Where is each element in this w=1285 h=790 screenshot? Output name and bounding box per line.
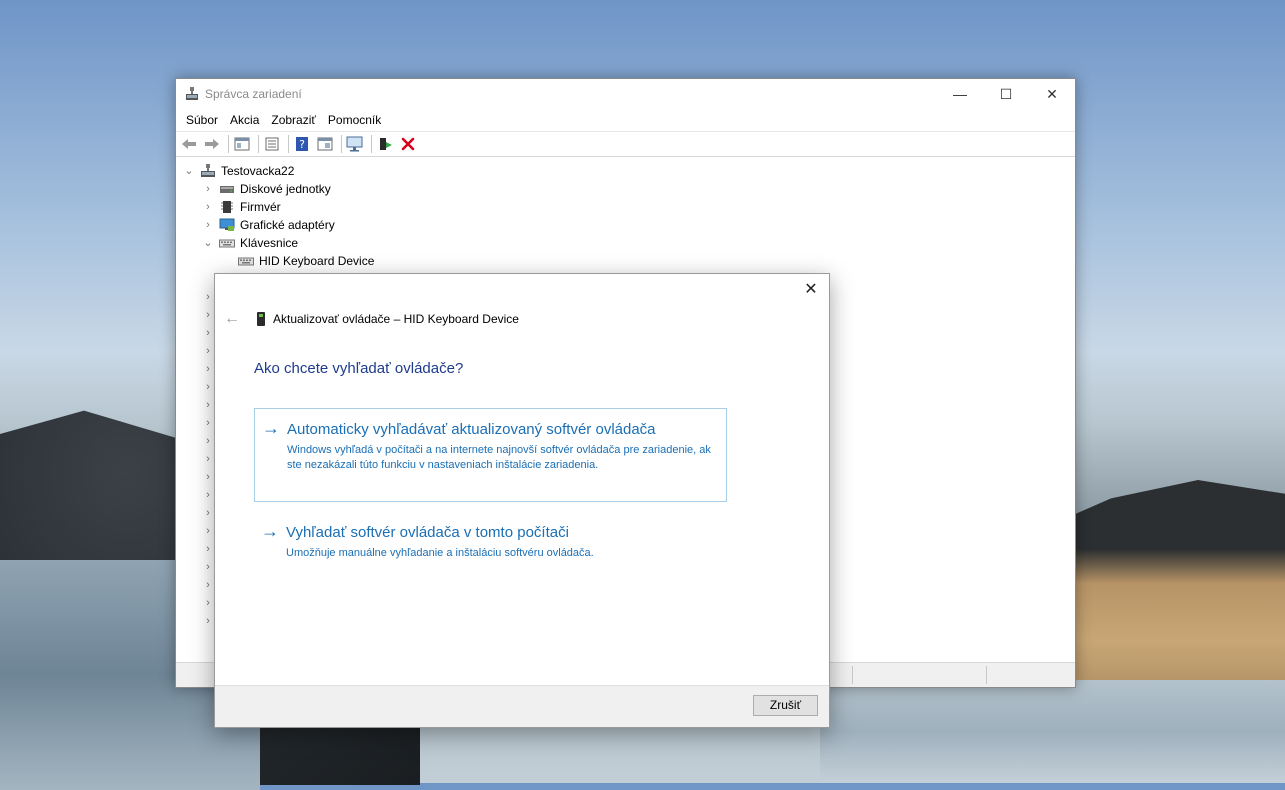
computer-icon [201,164,215,177]
tree-item-disk-drives[interactable]: › Diskové jednotky [176,180,476,198]
chevron-right-icon[interactable]: › [203,306,213,324]
chevron-right-icon[interactable]: › [203,522,213,540]
arrow-right-icon: → [262,418,280,438]
tree-root-label: Testovacka22 [221,164,295,178]
scan-hardware-icon[interactable] [345,135,365,153]
tree-item-label: Firmvér [240,200,281,214]
show-hide-tree-icon[interactable] [232,135,252,153]
chevron-right-icon[interactable]: › [203,360,213,378]
device-icon [257,312,265,326]
back-arrow-icon[interactable]: ← [224,310,242,328]
tree-item-firmware[interactable]: › Firmvér [176,198,476,216]
keyboard-icon [238,257,254,266]
chevron-right-icon[interactable]: › [203,342,213,360]
disk-drive-icon [220,186,234,193]
cancel-button[interactable]: Zrušiť [753,695,818,716]
dialog-title: Aktualizovať ovládače – HID Keyboard Dev… [273,312,519,326]
uninstall-icon[interactable] [398,135,418,153]
keyboard-icon [219,239,235,248]
menu-view[interactable]: Zobraziť [265,113,322,127]
arrow-right-icon: → [261,521,279,541]
chevron-right-icon[interactable]: › [203,216,213,234]
back-arrow-icon[interactable] [179,135,199,153]
chevron-right-icon[interactable]: › [203,378,213,396]
toolbar: ? [176,131,1075,157]
menu-bar: Súbor Akcia Zobraziť Pomocník [176,109,1075,131]
help-icon[interactable]: ? [292,135,312,153]
tree-item-label: Klávesnice [240,236,299,250]
properties-icon[interactable] [262,135,282,153]
toolbar-separator [258,135,259,153]
toolbar-separator [371,135,372,153]
tree-root[interactable]: ⌄ Testovacka22 [176,162,476,180]
update-driver-icon[interactable] [375,135,395,153]
chevron-right-icon[interactable]: › [203,576,213,594]
device-manager-icon [186,87,198,100]
chevron-right-icon[interactable]: › [203,432,213,450]
chevron-right-icon[interactable]: › [203,324,213,342]
dialog-heading: Ako chcete vyhľadať ovládače? [254,360,464,377]
chevron-right-icon[interactable]: › [203,540,213,558]
chevron-right-icon[interactable]: › [203,468,213,486]
tree-item-label: Diskové jednotky [240,182,331,196]
update-driver-dialog: ✕ ← Aktualizovať ovládače – HID Keyboard… [214,273,830,728]
option-description: Windows vyhľadá v počítači a na internet… [287,444,711,471]
chevron-right-icon[interactable]: › [203,414,213,432]
dialog-footer: Zrušiť [215,685,829,727]
option-title: Automaticky vyhľadávať aktualizovaný sof… [287,421,656,438]
chevron-right-icon[interactable]: › [203,198,213,216]
minimize-button[interactable]: — [937,79,983,109]
view-icon[interactable] [315,135,335,153]
forward-arrow-icon[interactable] [202,135,222,153]
chevron-right-icon[interactable]: › [203,594,213,612]
tree-item-label: HID Keyboard Device [259,254,375,268]
toolbar-separator [288,135,289,153]
browse-computer-option[interactable]: → Vyhľadať softvér ovládača v tomto počí… [254,512,725,562]
chevron-right-icon[interactable]: › [203,180,213,198]
chevron-down-icon[interactable]: ⌄ [184,162,194,180]
chevron-down-icon[interactable]: ⌄ [203,234,213,252]
close-button[interactable]: ✕ [1029,79,1075,109]
wallpaper-water [820,680,1285,783]
search-automatically-option[interactable]: → Automaticky vyhľadávať aktualizovaný s… [254,408,727,502]
tree-item-label: Grafické adaptéry [240,218,335,232]
menu-file[interactable]: Súbor [180,113,224,127]
tree-item-hid-keyboard[interactable]: HID Keyboard Device [176,252,476,270]
chevron-right-icon[interactable]: › [203,558,213,576]
svg-text:?: ? [299,138,305,151]
window-title: Správca zariadení [205,87,302,101]
tree-item-keyboards[interactable]: ⌄ Klávesnice [176,234,476,252]
chevron-right-icon[interactable]: › [203,396,213,414]
title-bar[interactable]: Správca zariadení — ☐ ✕ [176,79,1075,109]
chevron-right-icon[interactable]: › [203,504,213,522]
status-divider [986,666,987,684]
chevron-right-icon[interactable]: › [203,612,213,630]
toolbar-separator [228,135,229,153]
toolbar-separator [341,135,342,153]
menu-action[interactable]: Akcia [224,113,265,127]
display-adapter-icon [219,218,235,231]
chevron-right-icon[interactable]: › [203,450,213,468]
tree-item-display-adapters[interactable]: › Grafické adaptéry [176,216,476,234]
dialog-close-button[interactable]: ✕ [799,278,823,302]
option-title: Vyhľadať softvér ovládača v tomto počíta… [286,524,569,541]
status-divider [852,666,853,684]
chevron-right-icon[interactable]: › [203,486,213,504]
maximize-button[interactable]: ☐ [983,79,1029,109]
option-description: Umožňuje manuálne vyhľadanie a inštaláci… [286,547,594,559]
firmware-chip-icon [221,201,233,213]
menu-help[interactable]: Pomocník [322,113,387,127]
chevron-right-icon[interactable]: › [203,288,213,306]
